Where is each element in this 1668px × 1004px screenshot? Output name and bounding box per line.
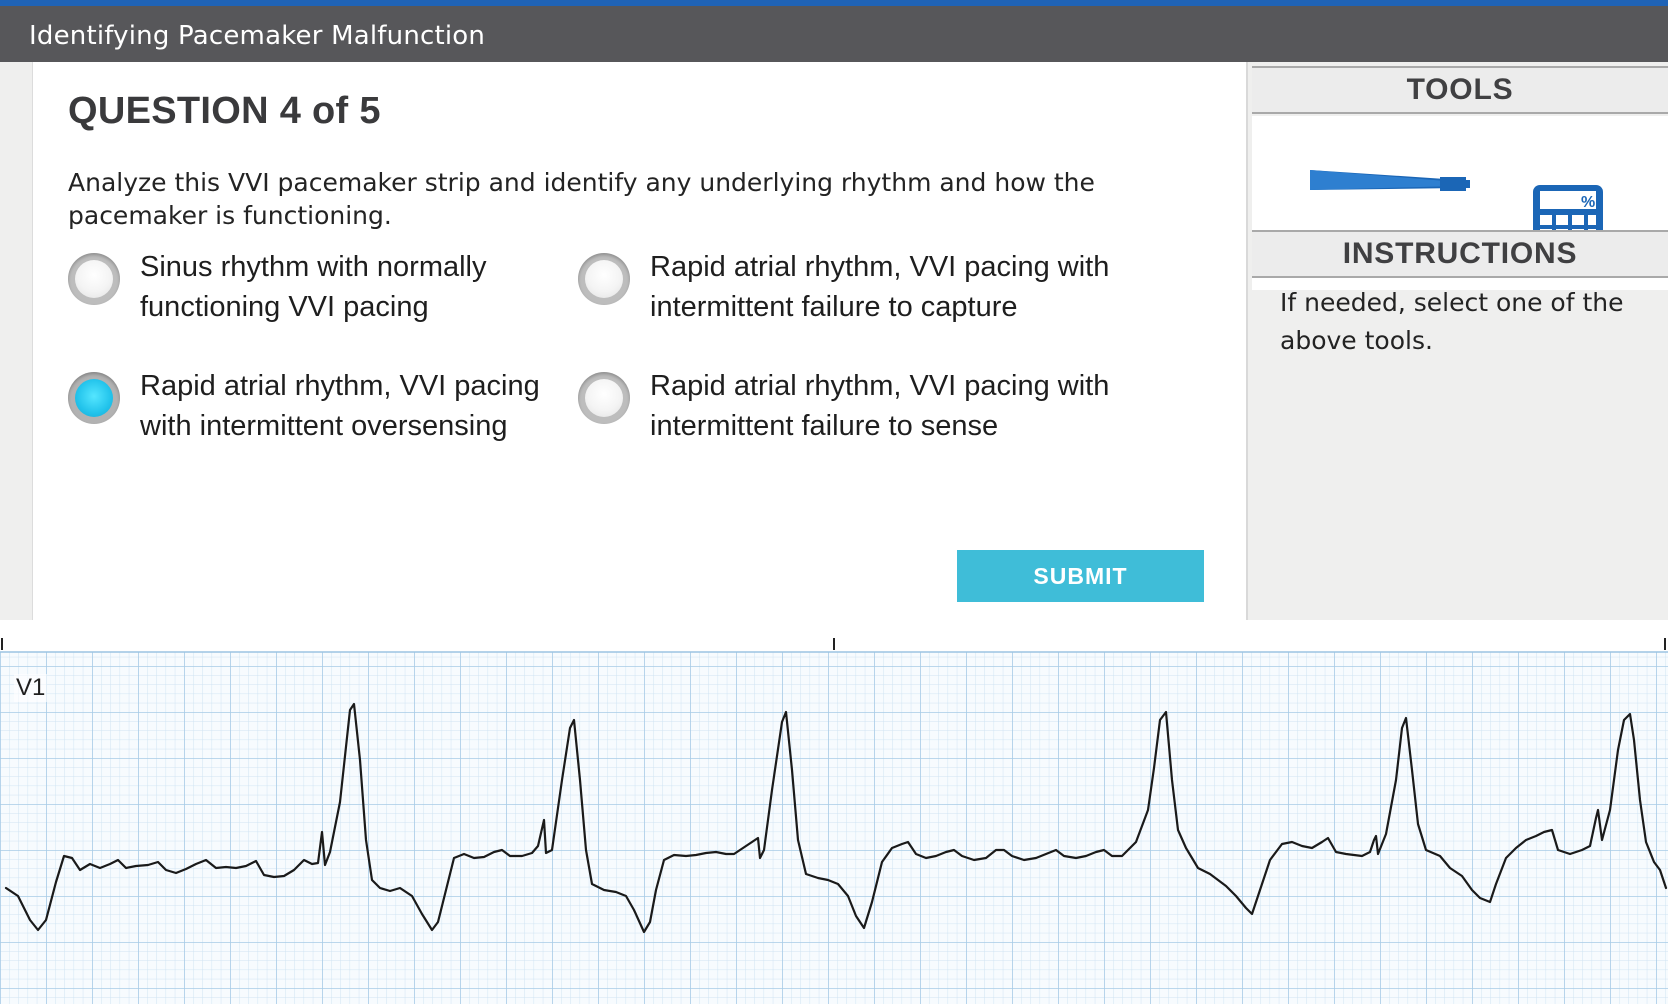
option-label: Rapid atrial rhythm, VVI pacing with inte… [140,370,540,442]
left-gutter [0,62,33,620]
option-label: Rapid atrial rhythm, VVI pacing with inte… [650,251,1110,323]
instructions-heading: INSTRUCTIONS [1252,230,1668,278]
answer-option-3[interactable]: Rapid atrial rhythm, VVI pacing with inte… [68,370,540,452]
title-bar: Identifying Pacemaker Malfunction [0,0,1668,62]
radio-button[interactable] [578,253,630,305]
ecg-rhythm-strip [0,638,1668,1004]
answer-option-2[interactable]: Rapid atrial rhythm, VVI pacing with inte… [578,251,1138,333]
radio-button[interactable] [578,372,630,424]
question-text: Analyze this VVI pacemaker strip and ide… [68,168,1095,230]
caliper-icon[interactable] [1310,142,1470,202]
radio-button[interactable] [68,253,120,305]
submit-button[interactable]: SUBMIT [957,550,1204,602]
question-heading: QUESTION 4 of 5 [68,90,381,132]
tools-sidebar: TOOLS % INSTRUCTIONS If needed, select o… [1246,62,1668,620]
svg-text:%: % [1581,194,1595,211]
answer-option-1[interactable]: Sinus rhythm with normally functioning VV… [68,251,538,333]
option-label: Sinus rhythm with normally functioning VV… [140,251,487,323]
app-title: Identifying Pacemaker Malfunction [29,21,486,51]
option-label: Rapid atrial rhythm, VVI pacing with inte… [650,370,1110,442]
lead-label: V1 [14,674,48,702]
instructions-text: If needed, select one of the above tools… [1280,288,1624,355]
question-panel: QUESTION 4 of 5 Analyze this VVI pacemak… [34,62,1246,620]
answer-option-4[interactable]: Rapid atrial rhythm, VVI pacing with inte… [578,370,1138,452]
tools-heading: TOOLS [1252,66,1668,114]
radio-button-selected[interactable] [68,372,120,424]
ecg-strip: V1 [0,620,1668,1004]
